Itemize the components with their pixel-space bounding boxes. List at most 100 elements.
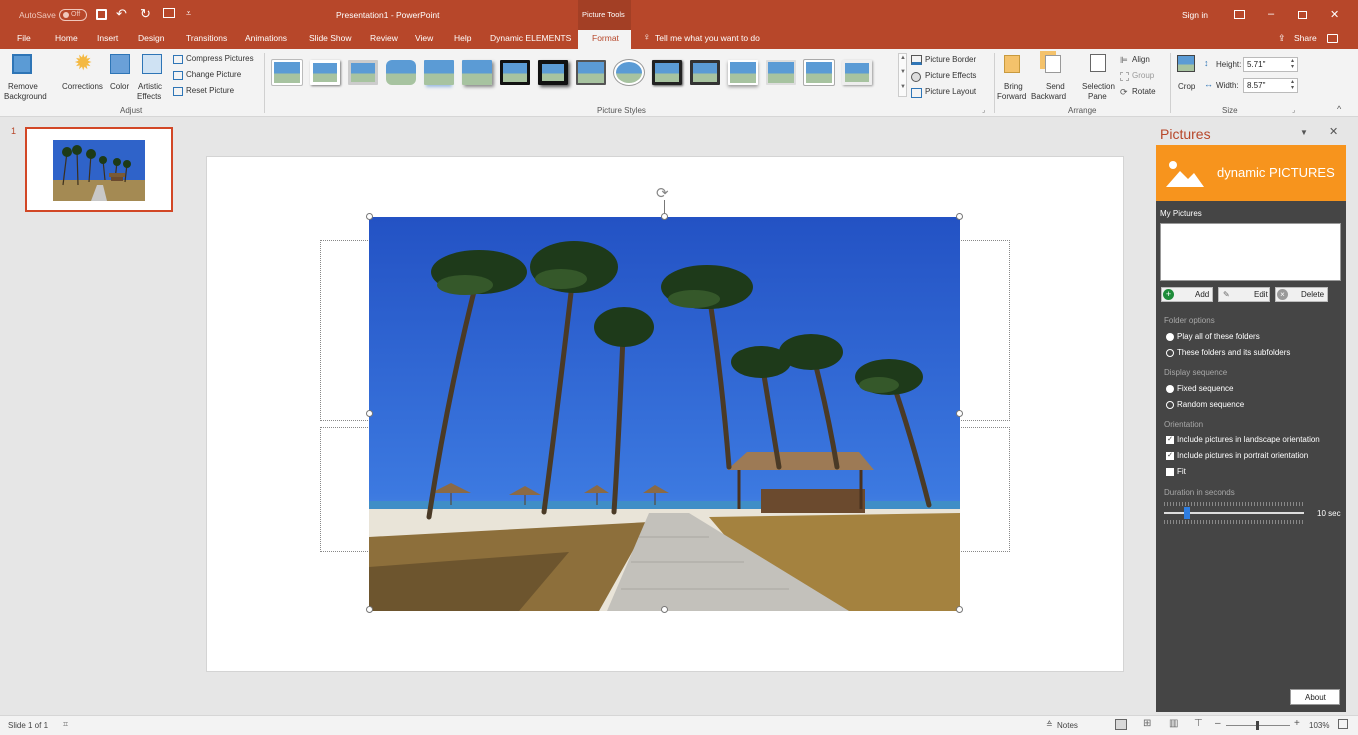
undo-icon[interactable]: ↶ xyxy=(116,6,127,22)
tab-home[interactable]: Home xyxy=(55,33,78,43)
autosave-toggle[interactable]: Off xyxy=(59,9,87,21)
rotate-handle-icon[interactable]: ⟳ xyxy=(656,184,669,202)
pane-close-icon[interactable]: ✕ xyxy=(1329,125,1338,138)
minimize-icon[interactable]: – xyxy=(1268,8,1274,20)
resize-handle[interactable] xyxy=(366,213,373,220)
checkbox-fit[interactable] xyxy=(1166,468,1174,476)
duration-slider[interactable] xyxy=(1164,502,1306,524)
tab-slide-show[interactable]: Slide Show xyxy=(309,33,352,43)
group-button[interactable]: Group xyxy=(1120,71,1165,83)
maximize-icon[interactable] xyxy=(1298,11,1307,19)
tab-animations[interactable]: Animations xyxy=(245,33,287,43)
about-button[interactable]: About xyxy=(1290,689,1340,705)
resize-handle[interactable] xyxy=(661,213,668,220)
tab-design[interactable]: Design xyxy=(138,33,164,43)
resize-handle[interactable] xyxy=(956,213,963,220)
comments-icon[interactable] xyxy=(1327,34,1338,43)
picture-layout-button[interactable]: Picture Layout xyxy=(911,87,991,99)
radio-play-all[interactable] xyxy=(1166,333,1174,341)
color-button[interactable]: Color xyxy=(108,52,134,102)
resize-handle[interactable] xyxy=(956,606,963,613)
add-button[interactable]: + Add xyxy=(1161,287,1213,302)
accessibility-icon[interactable]: ⌗ xyxy=(63,719,68,730)
remove-background-button[interactable]: Remove Background xyxy=(4,52,47,102)
sign-in-link[interactable]: Sign in xyxy=(1182,10,1208,20)
style-thumb[interactable] xyxy=(271,59,303,86)
style-thumb[interactable] xyxy=(462,60,492,85)
align-button[interactable]: ⊫ Align xyxy=(1120,55,1165,67)
reset-picture-button[interactable]: Reset Picture xyxy=(171,86,261,98)
collapse-ribbon-icon[interactable]: ^ xyxy=(1337,104,1341,114)
ribbon-display-options-icon[interactable] xyxy=(1234,10,1245,19)
style-thumb[interactable] xyxy=(386,60,416,85)
share-icon[interactable]: ⇪ xyxy=(1278,33,1286,44)
style-thumb[interactable] xyxy=(576,60,606,85)
zoom-slider[interactable] xyxy=(1226,721,1290,730)
tab-view[interactable]: View xyxy=(415,33,433,43)
radio-subfolders[interactable] xyxy=(1166,349,1174,357)
style-thumb[interactable] xyxy=(310,60,340,85)
height-spinner-icon[interactable]: ▴ ▾ xyxy=(1291,58,1294,70)
style-thumb[interactable] xyxy=(652,60,682,85)
resize-handle[interactable] xyxy=(956,410,963,417)
gallery-scroll[interactable]: ▲ ▼ ▼ xyxy=(898,53,907,97)
change-picture-button[interactable]: Change Picture xyxy=(171,70,261,82)
tab-review[interactable]: Review xyxy=(370,33,398,43)
picture-border-button[interactable]: Picture Border xyxy=(911,55,991,67)
style-thumb[interactable] xyxy=(348,60,378,85)
resize-handle[interactable] xyxy=(366,410,373,417)
radio-random[interactable] xyxy=(1166,401,1174,409)
redo-icon[interactable]: ↻ xyxy=(140,6,151,22)
bring-forward-button[interactable]: Bring Forward xyxy=(996,52,1030,102)
send-backward-button[interactable]: Send Backward xyxy=(1031,52,1075,102)
style-thumb[interactable] xyxy=(613,59,645,86)
size-dialog-launcher-icon[interactable]: ⌟ xyxy=(1292,106,1295,114)
style-thumb[interactable] xyxy=(803,59,835,86)
slider-thumb[interactable] xyxy=(1184,507,1190,519)
tab-format[interactable]: Format xyxy=(578,30,631,49)
customize-toolbar-icon[interactable]: ⩡ xyxy=(186,8,191,19)
style-thumb[interactable] xyxy=(842,60,872,85)
height-input[interactable]: 5.71" ▴ ▾ xyxy=(1243,57,1298,72)
start-from-beginning-icon[interactable] xyxy=(163,8,175,18)
zoom-out-icon[interactable]: – xyxy=(1215,718,1221,729)
width-input[interactable]: 8.57" ▴ ▾ xyxy=(1243,78,1298,93)
tab-file[interactable]: File xyxy=(17,33,31,43)
slide-thumbnail[interactable] xyxy=(25,127,173,212)
style-thumb[interactable] xyxy=(766,60,796,85)
slideshow-icon[interactable]: ⊤ xyxy=(1194,718,1203,729)
style-thumb[interactable] xyxy=(728,60,758,85)
notes-button[interactable]: Notes xyxy=(1057,721,1078,730)
scroll-down-icon[interactable]: ▼ xyxy=(900,69,906,75)
checkbox-landscape[interactable]: ✓ xyxy=(1166,436,1174,444)
dialog-launcher-icon[interactable]: ⌟ xyxy=(982,106,985,114)
rotate-button[interactable]: ⟳ Rotate xyxy=(1120,87,1165,99)
resize-handle[interactable] xyxy=(661,606,668,613)
style-thumb[interactable] xyxy=(538,60,568,85)
radio-fixed[interactable] xyxy=(1166,385,1174,393)
pane-options-icon[interactable]: ▼ xyxy=(1300,128,1308,137)
save-icon[interactable] xyxy=(96,9,107,20)
slide-sorter-icon[interactable]: ⊞ xyxy=(1143,718,1151,729)
more-styles-icon[interactable]: ▼ xyxy=(900,84,906,90)
beach-picture[interactable] xyxy=(369,217,960,611)
checkbox-portrait[interactable]: ✓ xyxy=(1166,452,1174,460)
corrections-button[interactable]: ✹ Corrections xyxy=(60,50,108,102)
zoom-in-icon[interactable]: + xyxy=(1294,718,1300,729)
resize-handle[interactable] xyxy=(366,606,373,613)
tab-dynamic-elements[interactable]: Dynamic ELEMENTS xyxy=(490,33,571,43)
close-icon[interactable]: ✕ xyxy=(1330,8,1339,21)
compress-pictures-button[interactable]: Compress Pictures xyxy=(171,54,261,66)
tab-insert[interactable]: Insert xyxy=(97,33,118,43)
reading-view-icon[interactable]: ▥ xyxy=(1169,718,1178,729)
fit-to-window-icon[interactable] xyxy=(1338,719,1348,729)
picture-effects-button[interactable]: Picture Effects xyxy=(911,71,991,83)
artistic-effects-button[interactable]: Artistic Effects xyxy=(136,52,168,102)
share-button[interactable]: Share xyxy=(1294,33,1317,43)
tab-help[interactable]: Help xyxy=(454,33,471,43)
scroll-up-icon[interactable]: ▲ xyxy=(900,55,906,61)
notes-icon[interactable]: ≙ xyxy=(1046,720,1053,729)
selection-pane-button[interactable]: Selection Pane xyxy=(1080,52,1118,102)
style-thumb[interactable] xyxy=(690,60,720,85)
edit-button[interactable]: ✎ Edit xyxy=(1218,287,1270,302)
